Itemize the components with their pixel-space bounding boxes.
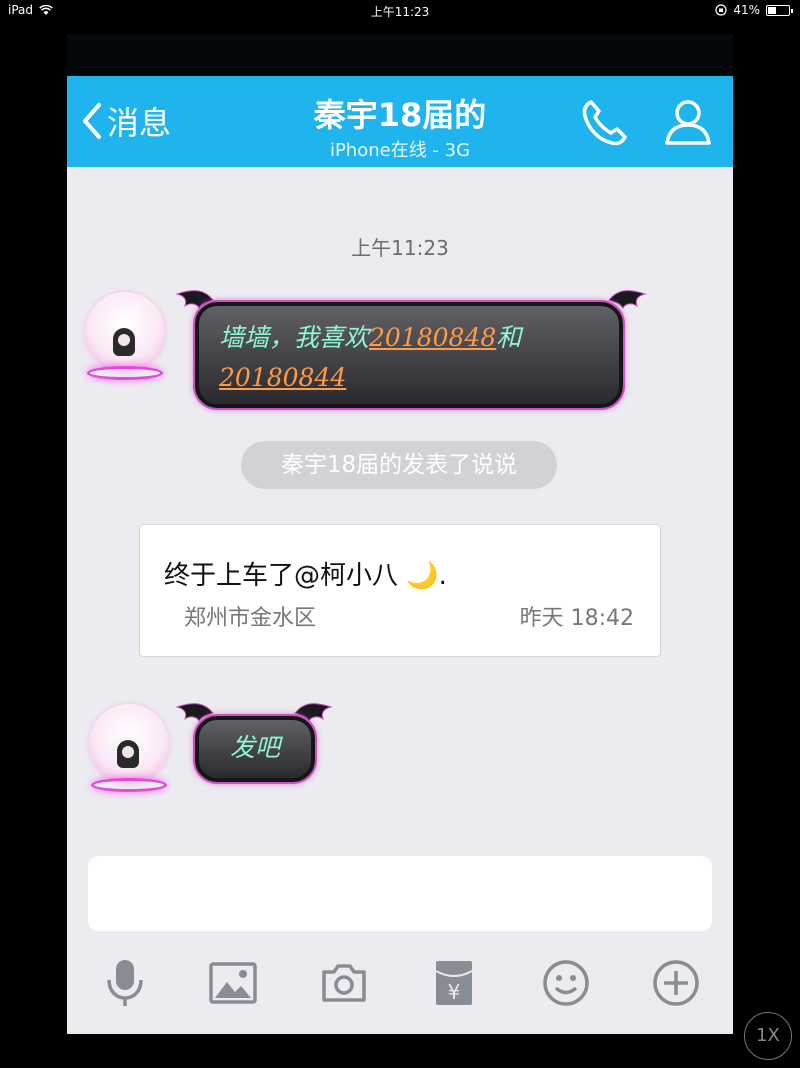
message-bubble[interactable]: 墙墙，我喜欢20180848和 20180844	[195, 302, 623, 408]
message-text: 墙墙，我喜欢20180848和 20180844	[219, 318, 599, 398]
camera-icon[interactable]	[319, 958, 369, 1008]
qq-number-link[interactable]: 20180844	[219, 363, 346, 392]
avatar-glow-ring	[87, 366, 163, 380]
emoji-icon[interactable]	[541, 958, 591, 1008]
moment-text: 终于上车了@柯小八	[164, 561, 399, 591]
red-packet-icon[interactable]: ¥	[429, 958, 479, 1008]
chat-title: 秦宇18届的	[313, 96, 487, 134]
moment-time: 昨天 18:42	[519, 606, 634, 631]
zoom-button[interactable]: 1X	[744, 1012, 792, 1060]
message-text: 发吧	[229, 733, 280, 762]
chat-screen: 消息 秦宇18届的 iPhone在线 - 3G 上午11:23 墙墙，我喜欢20…	[67, 34, 733, 1034]
svg-text:¥: ¥	[448, 980, 461, 1004]
moment-trailing: .	[438, 561, 447, 591]
message-bubble[interactable]: 发吧	[195, 716, 315, 782]
battery-percent: 41%	[733, 3, 760, 17]
moment-content: 终于上车了@柯小八 🌙.	[164, 555, 447, 592]
status-right: 41%	[715, 3, 793, 17]
system-notice[interactable]: 秦宇18届的发表了说说	[241, 441, 557, 489]
status-time: 上午11:23	[370, 5, 430, 19]
moon-emoji-icon: 🌙	[406, 561, 439, 591]
avatar-face	[122, 746, 134, 758]
moment-location: 郑州市金水区	[184, 606, 317, 631]
battery-icon	[766, 4, 793, 16]
message-text-part: 和	[496, 323, 522, 352]
avatar[interactable]	[83, 698, 175, 798]
avatar-face	[118, 334, 130, 346]
ipad-status-bar: iPad 上午11:23 41%	[0, 0, 800, 22]
avatar-glow-ring	[91, 778, 167, 792]
online-status: iPhone在线 - 3G	[329, 140, 471, 161]
image-icon[interactable]	[208, 958, 258, 1008]
battery-fill	[768, 6, 777, 14]
avatar[interactable]	[79, 286, 171, 386]
chat-toolbar: ¥	[67, 952, 733, 1014]
orientation-lock-icon	[715, 4, 727, 16]
message-text-part: 墙墙，我喜欢	[219, 323, 370, 352]
message-timestamp: 上午11:23	[351, 236, 449, 260]
qq-number-link[interactable]: 20180848	[369, 323, 496, 352]
microphone-icon[interactable]	[100, 958, 150, 1008]
phone-status-area	[67, 34, 733, 76]
moment-card[interactable]: 终于上车了@柯小八 🌙. 郑州市金水区 昨天 18:42	[139, 524, 661, 657]
profile-icon[interactable]	[663, 96, 713, 148]
phone-icon[interactable]	[579, 96, 631, 148]
message-input[interactable]	[88, 856, 712, 931]
plus-icon[interactable]	[651, 958, 701, 1008]
navigation-bar: 消息 秦宇18届的 iPhone在线 - 3G	[67, 76, 733, 167]
